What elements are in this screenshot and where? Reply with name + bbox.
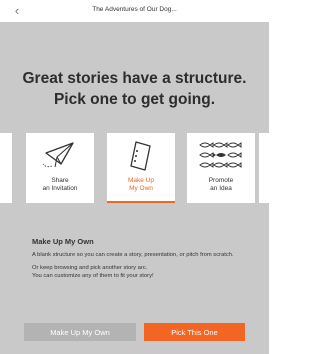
headline: Great stories have a structure. Pick one… [10, 68, 259, 110]
description-paragraph-1: A blank structure so you can create a st… [32, 252, 234, 258]
headline-line-2: Pick one to get going. [53, 91, 216, 108]
card-label: Make Up My Own [127, 177, 154, 192]
chevron-left-icon: ‹ [14, 3, 20, 18]
partial-card-right[interactable] [259, 133, 269, 203]
fish-school-icon [187, 138, 255, 174]
story-picker-screen: ‹ The Adventures of Our Dog... Great sto… [0, 0, 269, 354]
card-make-up-my-own[interactable]: Make Up My Own [107, 133, 175, 203]
story-description: Make Up My Own A blank structure so you … [32, 237, 249, 285]
back-button[interactable]: ‹ [10, 4, 24, 18]
card-label: Share an Invitation [42, 177, 78, 192]
card-share-invitation[interactable]: Share an Invitation [26, 133, 94, 203]
story-type-carousel: Share an Invitation Make Up My Own Promo… [0, 133, 269, 203]
pick-this-one-button[interactable]: Pick This One [144, 323, 245, 341]
top-bar: ‹ The Adventures of Our Dog... [0, 0, 269, 22]
partial-card-left[interactable] [0, 133, 12, 203]
document-title: The Adventures of Our Dog... [92, 6, 177, 13]
make-up-my-own-button[interactable]: Make Up My Own [24, 323, 136, 341]
blank-page-icon [107, 138, 175, 174]
description-title: Make Up My Own [32, 237, 94, 246]
card-label: Promote an Idea [208, 177, 234, 192]
description-paragraph-2: Or keep browsing and pick another story … [32, 265, 154, 279]
headline-line-1: Great stories have a structure. [22, 70, 247, 87]
card-promote-idea[interactable]: Promote an Idea [187, 133, 255, 203]
paper-plane-icon [26, 138, 94, 174]
